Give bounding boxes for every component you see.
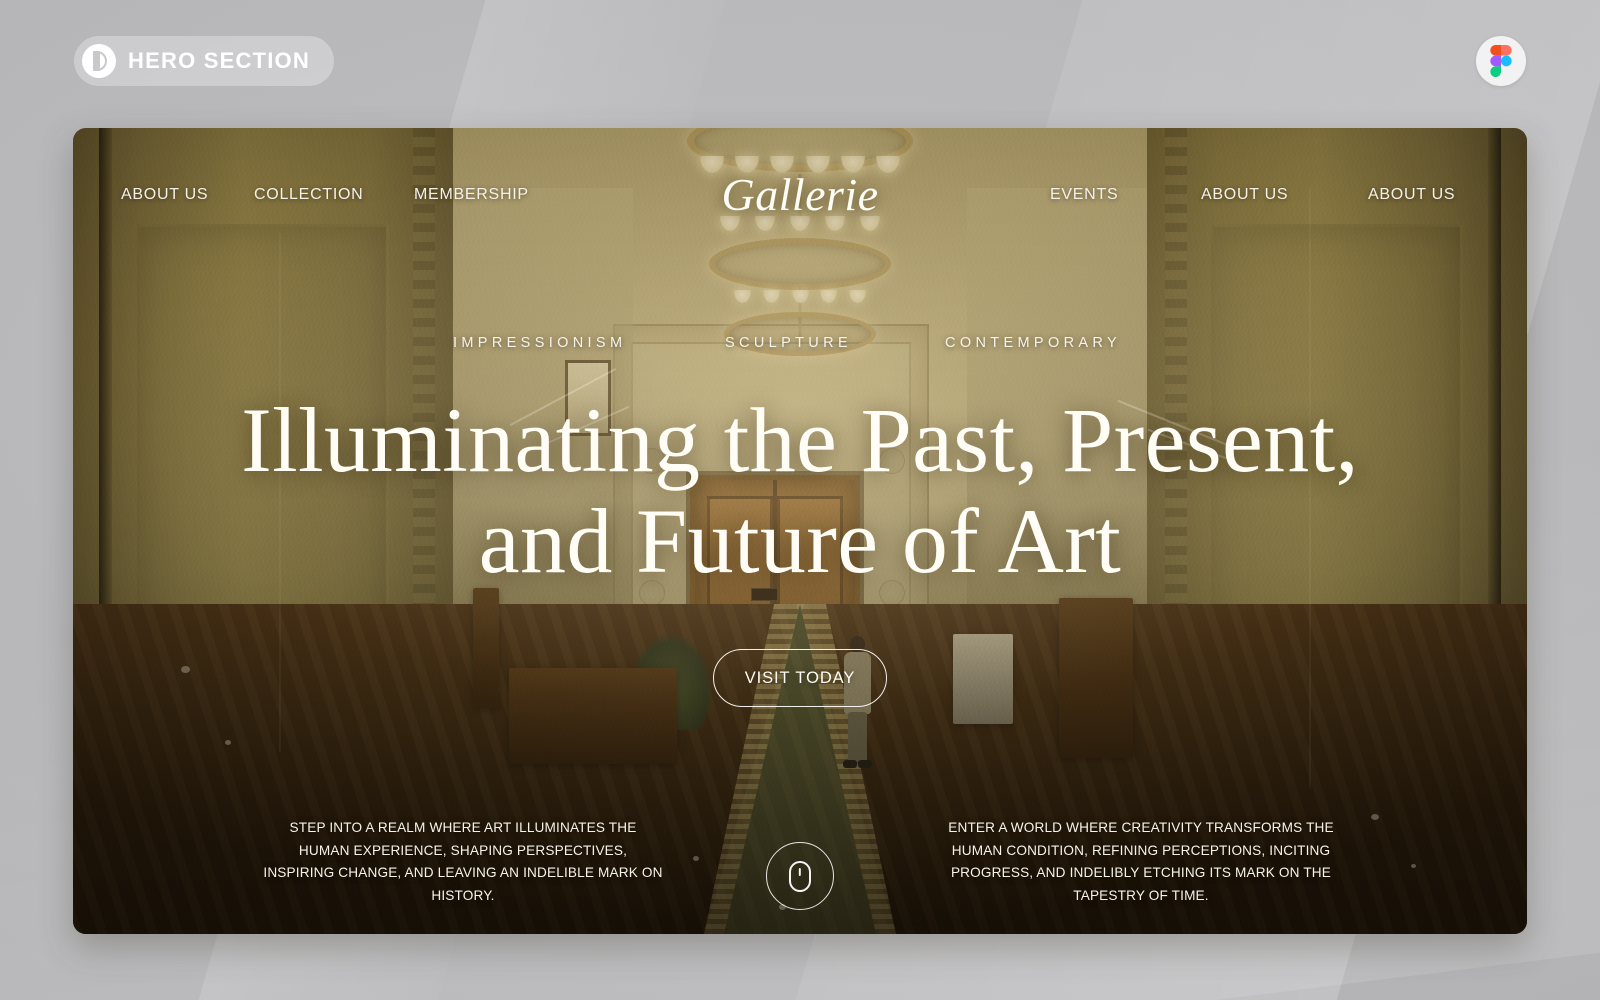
visit-today-button[interactable]: VISIT TODAY (713, 649, 887, 707)
nav-item-events[interactable]: EVENTS (1050, 186, 1118, 204)
figma-glyph (1490, 45, 1512, 77)
category-impressionism[interactable]: IMPRESSIONISM (453, 335, 626, 351)
category-links: IMPRESSIONISM SCULPTURE CONTEMPORARY (73, 335, 1527, 357)
nav-item-about-us-2[interactable]: ABOUT US (1201, 186, 1288, 204)
brand-logo[interactable]: Gallerie (722, 168, 879, 221)
hero-section-badge: HERO SECTION (74, 36, 334, 86)
category-sculpture[interactable]: SCULPTURE (725, 335, 852, 351)
mouse-scroll-icon[interactable] (766, 842, 834, 910)
blurb-left: STEP INTO A REALM WHERE ART ILLUMINATES … (263, 820, 663, 903)
nav-item-collection[interactable]: COLLECTION (254, 186, 363, 204)
nav-item-about-us-3[interactable]: ABOUT US (1368, 186, 1455, 204)
nav-item-about-us[interactable]: ABOUT US (121, 186, 208, 204)
pitch-logo-icon (82, 44, 116, 78)
mouse-glyph (789, 860, 811, 892)
hero-content: ABOUT US COLLECTION MEMBERSHIP EVENTS AB… (73, 128, 1527, 934)
headline-line-1: Illuminating the Past, Present, (241, 389, 1359, 491)
page-title: Illuminating the Past, Present, and Futu… (73, 389, 1527, 593)
headline-line-2: and Future of Art (478, 490, 1122, 593)
figma-logo-icon[interactable] (1476, 36, 1526, 86)
hero-card: ABOUT US COLLECTION MEMBERSHIP EVENTS AB… (73, 128, 1527, 934)
blurb-right: ENTER A WORLD WHERE CREATIVITY TRANSFORM… (948, 820, 1334, 903)
nav-item-membership[interactable]: MEMBERSHIP (414, 186, 529, 204)
category-contemporary[interactable]: CONTEMPORARY (945, 335, 1121, 351)
badge-label: HERO SECTION (128, 48, 310, 73)
